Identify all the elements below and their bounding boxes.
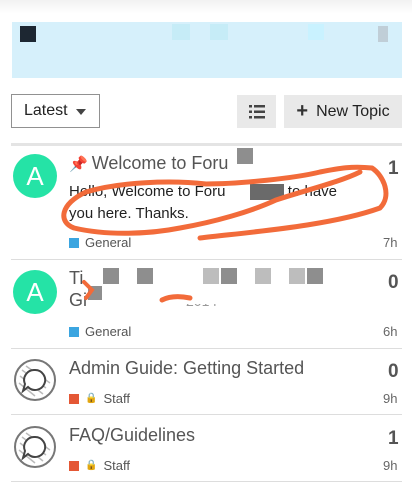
header-menu-block (378, 26, 388, 42)
category-badge[interactable]: 🔒 Staff (69, 391, 130, 406)
category-color-swatch (69, 326, 79, 337)
category-color-swatch (69, 393, 79, 404)
category-label: Staff (103, 458, 130, 473)
redaction-block (249, 184, 284, 201)
redaction-block (88, 286, 102, 300)
activity-age[interactable]: 7h (383, 235, 397, 250)
redaction-block (289, 268, 305, 284)
category-badge[interactable]: General (69, 324, 131, 339)
topic-title[interactable]: Admin Guide: Getting Started (69, 358, 304, 379)
avatar-letter: A (26, 276, 44, 307)
redaction-block (203, 268, 219, 284)
caret-down-icon (75, 109, 86, 115)
row-divider (11, 259, 402, 260)
redaction-block (137, 268, 153, 284)
category-color-swatch (69, 460, 79, 471)
plus-icon: + (296, 99, 309, 122)
list-top-divider (11, 143, 402, 146)
topic-title[interactable]: 📌 Welcome to Foru (69, 153, 228, 174)
pin-icon: 📌 (69, 156, 88, 173)
site-header-redacted (12, 22, 402, 78)
excerpt-line: Hello, Welcome to Foru (69, 183, 226, 200)
topic-title-text: Welcome to Foru (91, 153, 229, 173)
header-block (210, 24, 228, 40)
category-color-swatch (69, 237, 79, 248)
redaction-block (103, 268, 119, 284)
discourse-bubble-icon (14, 359, 56, 401)
excerpt-line-end: to have (287, 183, 338, 200)
excerpt-line: you here. Thanks. (69, 205, 189, 222)
avatar[interactable] (13, 358, 57, 402)
row-divider (11, 481, 402, 482)
lock-icon: 🔒 (85, 460, 98, 471)
discourse-bubble-icon (14, 426, 56, 468)
category-badge[interactable]: 🔒 Staff (69, 458, 130, 473)
redaction-block (221, 268, 237, 284)
reply-count: 0 (388, 361, 399, 382)
row-divider (11, 348, 402, 349)
new-topic-button[interactable]: + New Topic (284, 95, 402, 128)
redaction-block (255, 268, 271, 284)
sort-dropdown-label: Latest (24, 102, 68, 119)
new-topic-label: New Topic (316, 102, 390, 120)
topic-title-fragment[interactable]: Gi (69, 290, 87, 311)
activity-age[interactable]: 9h (383, 458, 397, 473)
reply-count: 0 (388, 272, 399, 293)
activity-age[interactable]: 9h (383, 391, 397, 406)
activity-age[interactable]: 6h (383, 324, 397, 339)
list-view-button[interactable] (237, 95, 276, 128)
lock-icon: 🔒 (85, 393, 98, 404)
topic-title[interactable]: FAQ/Guidelines (69, 425, 195, 446)
category-badge[interactable]: General (69, 235, 131, 250)
avatar-letter: A (26, 160, 44, 191)
reply-count: 1 (388, 158, 399, 179)
redaction-block (307, 268, 323, 284)
top-fade (0, 0, 412, 14)
list-icon (248, 104, 265, 118)
category-label: General (85, 235, 132, 250)
sort-dropdown[interactable]: Latest (11, 94, 100, 128)
redaction-block (237, 148, 253, 164)
avatar[interactable] (13, 425, 57, 469)
topic-title-fragment[interactable]: Ti (69, 268, 83, 289)
topic-excerpt: Hello, Welcome to Foru to have you here.… (69, 181, 369, 225)
header-logo-block (20, 26, 36, 42)
category-label: Staff (103, 391, 130, 406)
avatar[interactable]: A (13, 270, 57, 314)
header-block (172, 24, 190, 40)
header-block (308, 24, 324, 40)
avatar[interactable]: A (13, 154, 57, 198)
row-divider (11, 414, 402, 415)
reply-count: 1 (388, 428, 399, 449)
category-label: General (85, 324, 132, 339)
